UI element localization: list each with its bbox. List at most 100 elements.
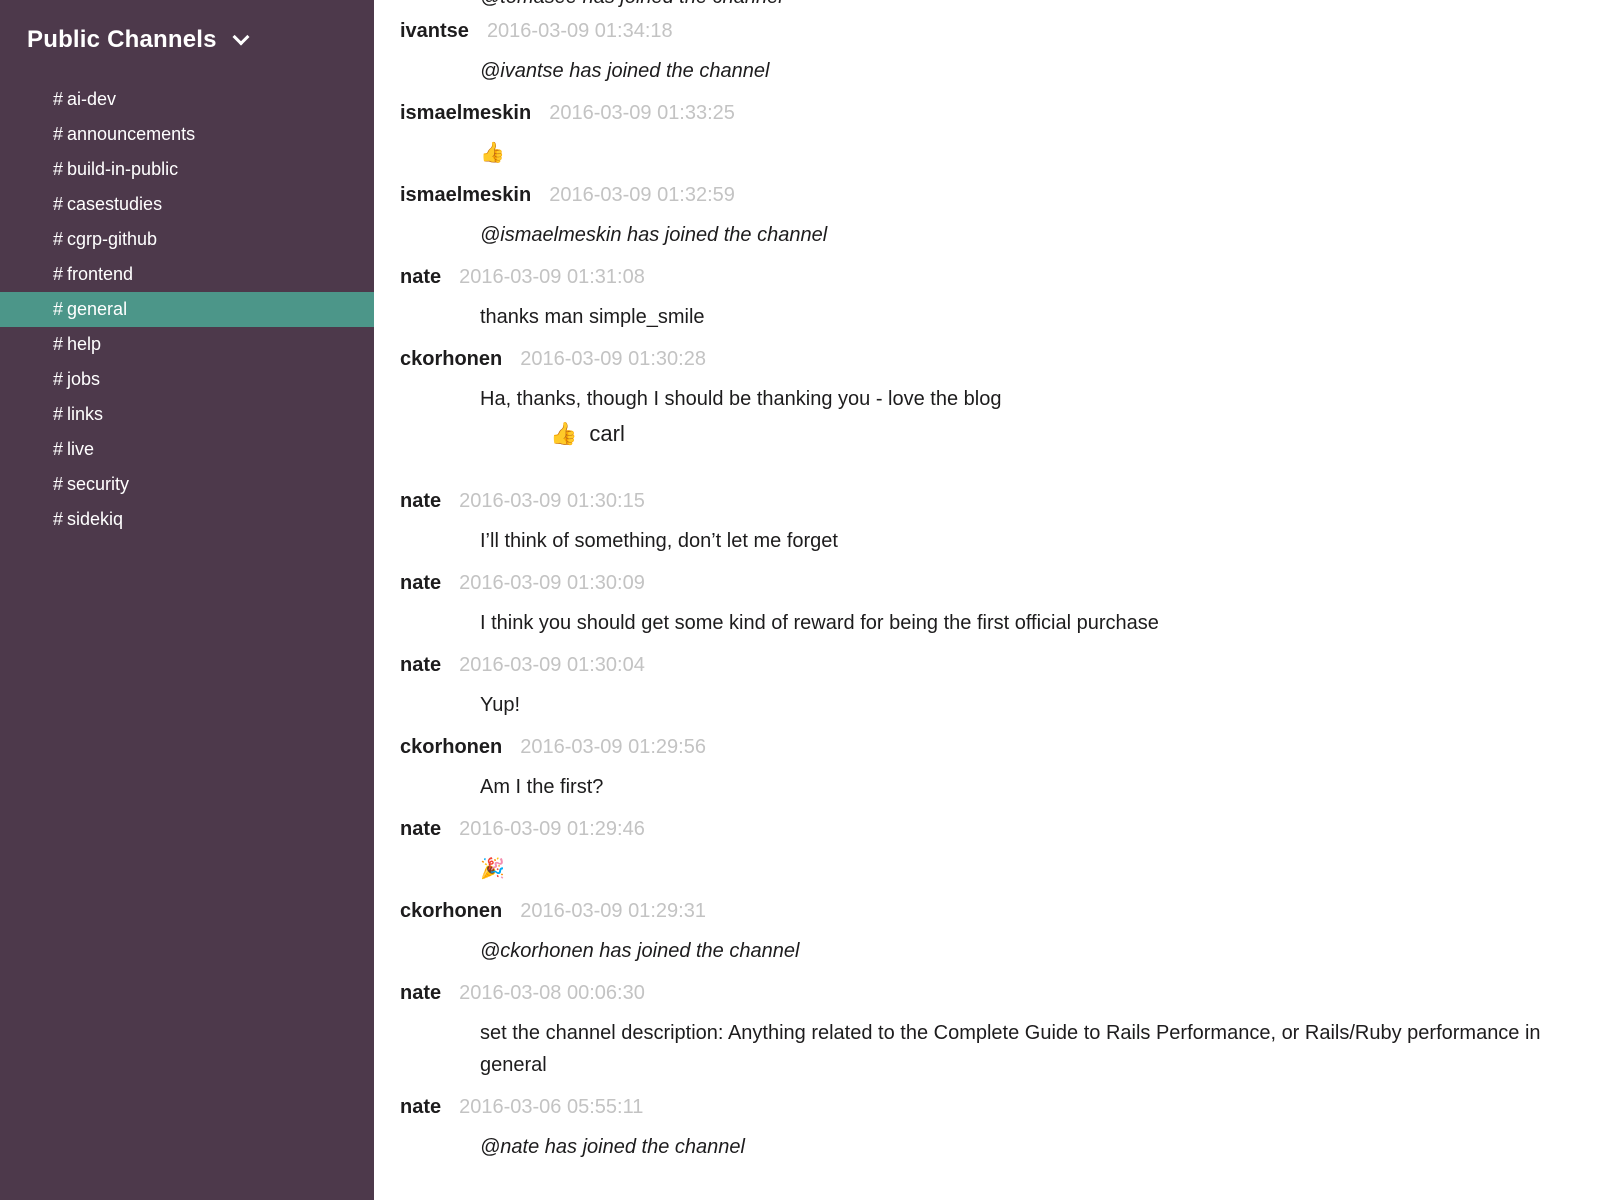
message-author[interactable]: ckorhonen — [400, 736, 502, 759]
message-author[interactable]: nate — [400, 572, 441, 595]
sidebar-item-jobs[interactable]: # jobs — [0, 362, 374, 397]
message-item[interactable]: nate 2016-03-08 00:06:30 set the channel d… — [400, 982, 1580, 1081]
message-timestamp[interactable]: 2016-03-08 00:06:30 — [459, 982, 645, 1005]
message-header: ismaelmeskin 2016-03-09 01:32:59 — [400, 184, 1580, 207]
message-author[interactable]: nate — [400, 654, 441, 677]
message-timestamp[interactable]: 2016-03-09 01:29:31 — [520, 900, 706, 923]
message-item[interactable]: ckorhonen 2016-03-09 01:30:28 Ha, thanks, … — [400, 348, 1580, 447]
message-header: ckorhonen 2016-03-09 01:30:28 — [400, 348, 1580, 371]
message-timestamp[interactable]: 2016-03-09 01:30:09 — [459, 572, 645, 595]
sidebar-item-frontend[interactable]: # frontend — [0, 257, 374, 292]
system-message-text: @ivantse has joined the channel — [480, 60, 770, 82]
hash-icon: # — [53, 159, 64, 179]
message-timestamp[interactable]: 2016-03-09 01:30:04 — [459, 654, 645, 677]
message-text-partial: @tomasee has joined the channel — [480, 0, 783, 9]
sidebar-item-label: casestudies — [67, 194, 163, 214]
hash-icon: # — [53, 299, 64, 319]
message-item[interactable]: ismaelmeskin 2016-03-09 01:33:25 👍 — [400, 102, 1580, 169]
message-timestamp[interactable]: 2016-03-09 01:31:08 — [459, 266, 645, 289]
message-author[interactable]: ckorhonen — [400, 348, 502, 371]
hash-icon: # — [53, 124, 64, 144]
message-item[interactable]: nate 2016-03-09 01:30:09 I think you shoul… — [400, 572, 1580, 639]
thumbs-up-icon: 👍 — [480, 142, 505, 164]
message-timestamp[interactable]: 2016-03-09 01:32:59 — [549, 184, 735, 207]
message-timestamp[interactable]: 2016-03-09 01:33:25 — [549, 102, 735, 125]
message-emoji: 🎉 — [480, 853, 1580, 885]
message-item[interactable]: nate 2016-03-09 01:30:04 Yup! — [400, 654, 1580, 721]
message-timestamp[interactable]: 2016-03-09 01:30:28 — [520, 348, 706, 371]
sidebar-item-casestudies[interactable]: # casestudies — [0, 187, 374, 222]
sidebar-title: Public Channels — [27, 26, 217, 53]
message-author[interactable]: nate — [400, 982, 441, 1005]
channels-header-button[interactable]: Public Channels — [27, 26, 250, 54]
sidebar-item-security[interactable]: # security — [0, 467, 374, 502]
message-header: nate 2016-03-06 05:55:11 — [400, 1096, 1580, 1119]
message-item[interactable]: ivantse 2016-03-09 01:34:18 @ivantse has j… — [400, 20, 1580, 87]
sidebar-item-label: announcements — [67, 124, 196, 144]
reaction-label: carl — [589, 421, 625, 446]
sidebar-item-general[interactable]: # general — [0, 292, 374, 327]
message-emoji: 👍 — [480, 137, 1580, 169]
message-author[interactable]: ckorhonen — [400, 900, 502, 923]
message-text: set the channel description: Anything re… — [480, 1022, 1541, 1076]
sidebar-item-live[interactable]: # live — [0, 432, 374, 467]
message-header: nate 2016-03-09 01:29:46 — [400, 818, 1580, 841]
message-author[interactable]: ismaelmeskin — [400, 184, 531, 207]
message-text: Am I the first? — [480, 776, 604, 798]
hash-icon: # — [53, 194, 64, 214]
hash-icon: # — [53, 404, 64, 424]
chevron-down-icon[interactable] — [232, 28, 250, 46]
party-popper-icon: 🎉 — [480, 858, 505, 880]
message-reaction[interactable]: 👍 carl — [550, 421, 1580, 447]
system-message-text: @ckorhonen has joined the channel — [480, 940, 800, 962]
sidebar-item-links[interactable]: # links — [0, 397, 374, 432]
message-header: nate 2016-03-08 00:06:30 — [400, 982, 1580, 1005]
sidebar-item-announcements[interactable]: # announcements — [0, 117, 374, 152]
message-author[interactable]: nate — [400, 490, 441, 513]
sidebar-item-help[interactable]: # help — [0, 327, 374, 362]
message-header: ckorhonen 2016-03-09 01:29:31 — [400, 900, 1580, 923]
sidebar-item-label: jobs — [67, 369, 101, 389]
message-item[interactable]: nate 2016-03-09 01:29:46 🎉 — [400, 818, 1580, 885]
sidebar-item-build-in-public[interactable]: # build-in-public — [0, 152, 374, 187]
message-header: nate 2016-03-09 01:31:08 — [400, 266, 1580, 289]
message-item[interactable]: nate 2016-03-09 01:31:08 thanks man simple… — [400, 266, 1580, 333]
message-timestamp[interactable]: 2016-03-09 01:34:18 — [487, 20, 673, 43]
sidebar-item-cgrp-github[interactable]: # cgrp-github — [0, 222, 374, 257]
message-item[interactable]: nate 2016-03-06 05:55:11 @nate has joined … — [400, 1096, 1580, 1163]
sidebar-item-label: security — [67, 474, 130, 494]
channel-list: # ai-dev # announcements # build-in-public # ca… — [0, 82, 374, 537]
message-timestamp[interactable]: 2016-03-09 01:29:46 — [459, 818, 645, 841]
message-author[interactable]: ivantse — [400, 20, 469, 43]
system-message-text: @ismaelmeskin has joined the channel — [480, 224, 828, 246]
hash-icon: # — [53, 439, 64, 459]
message-text: Ha, thanks, though I should be thanking … — [480, 388, 1002, 410]
message-item[interactable]: ismaelmeskin 2016-03-09 01:32:59 @ismaelme… — [400, 184, 1580, 251]
hash-icon: # — [53, 509, 64, 529]
sidebar-item-ai-dev[interactable]: # ai-dev — [0, 82, 374, 117]
message-timestamp[interactable]: 2016-03-09 01:30:15 — [459, 490, 645, 513]
message-timestamp[interactable]: 2016-03-09 01:29:56 — [520, 736, 706, 759]
message-header: ivantse 2016-03-09 01:34:18 — [400, 20, 1580, 43]
sidebar-item-label: ai-dev — [67, 89, 117, 109]
sidebar-item-label: links — [67, 404, 104, 424]
message-item[interactable]: ckorhonen 2016-03-09 01:29:56 Am I the fir… — [400, 736, 1580, 803]
message-author[interactable]: ismaelmeskin — [400, 102, 531, 125]
sidebar-item-label: build-in-public — [67, 159, 179, 179]
message-item[interactable]: ckorhonen 2016-03-09 01:29:31 @ckorhonen h… — [400, 900, 1580, 967]
message-text: thanks man simple_smile — [480, 306, 705, 328]
sidebar-item-label: sidekiq — [67, 509, 124, 529]
hash-icon: # — [53, 474, 64, 494]
message-author[interactable]: nate — [400, 266, 441, 289]
message-author[interactable]: nate — [400, 1096, 441, 1119]
message-timestamp[interactable]: 2016-03-06 05:55:11 — [459, 1096, 643, 1119]
sidebar-item-label: frontend — [67, 264, 134, 284]
thumbs-up-icon: 👍 — [550, 421, 578, 446]
message-item[interactable]: nate 2016-03-09 01:30:15 I’ll think of som… — [400, 490, 1580, 557]
sidebar-item-label: live — [67, 439, 95, 459]
message-header: ismaelmeskin 2016-03-09 01:33:25 — [400, 102, 1580, 125]
sidebar-item-sidekiq[interactable]: # sidekiq — [0, 502, 374, 537]
message-text: Yup! — [480, 694, 521, 716]
sidebar-item-label: cgrp-github — [67, 229, 158, 249]
message-author[interactable]: nate — [400, 818, 441, 841]
